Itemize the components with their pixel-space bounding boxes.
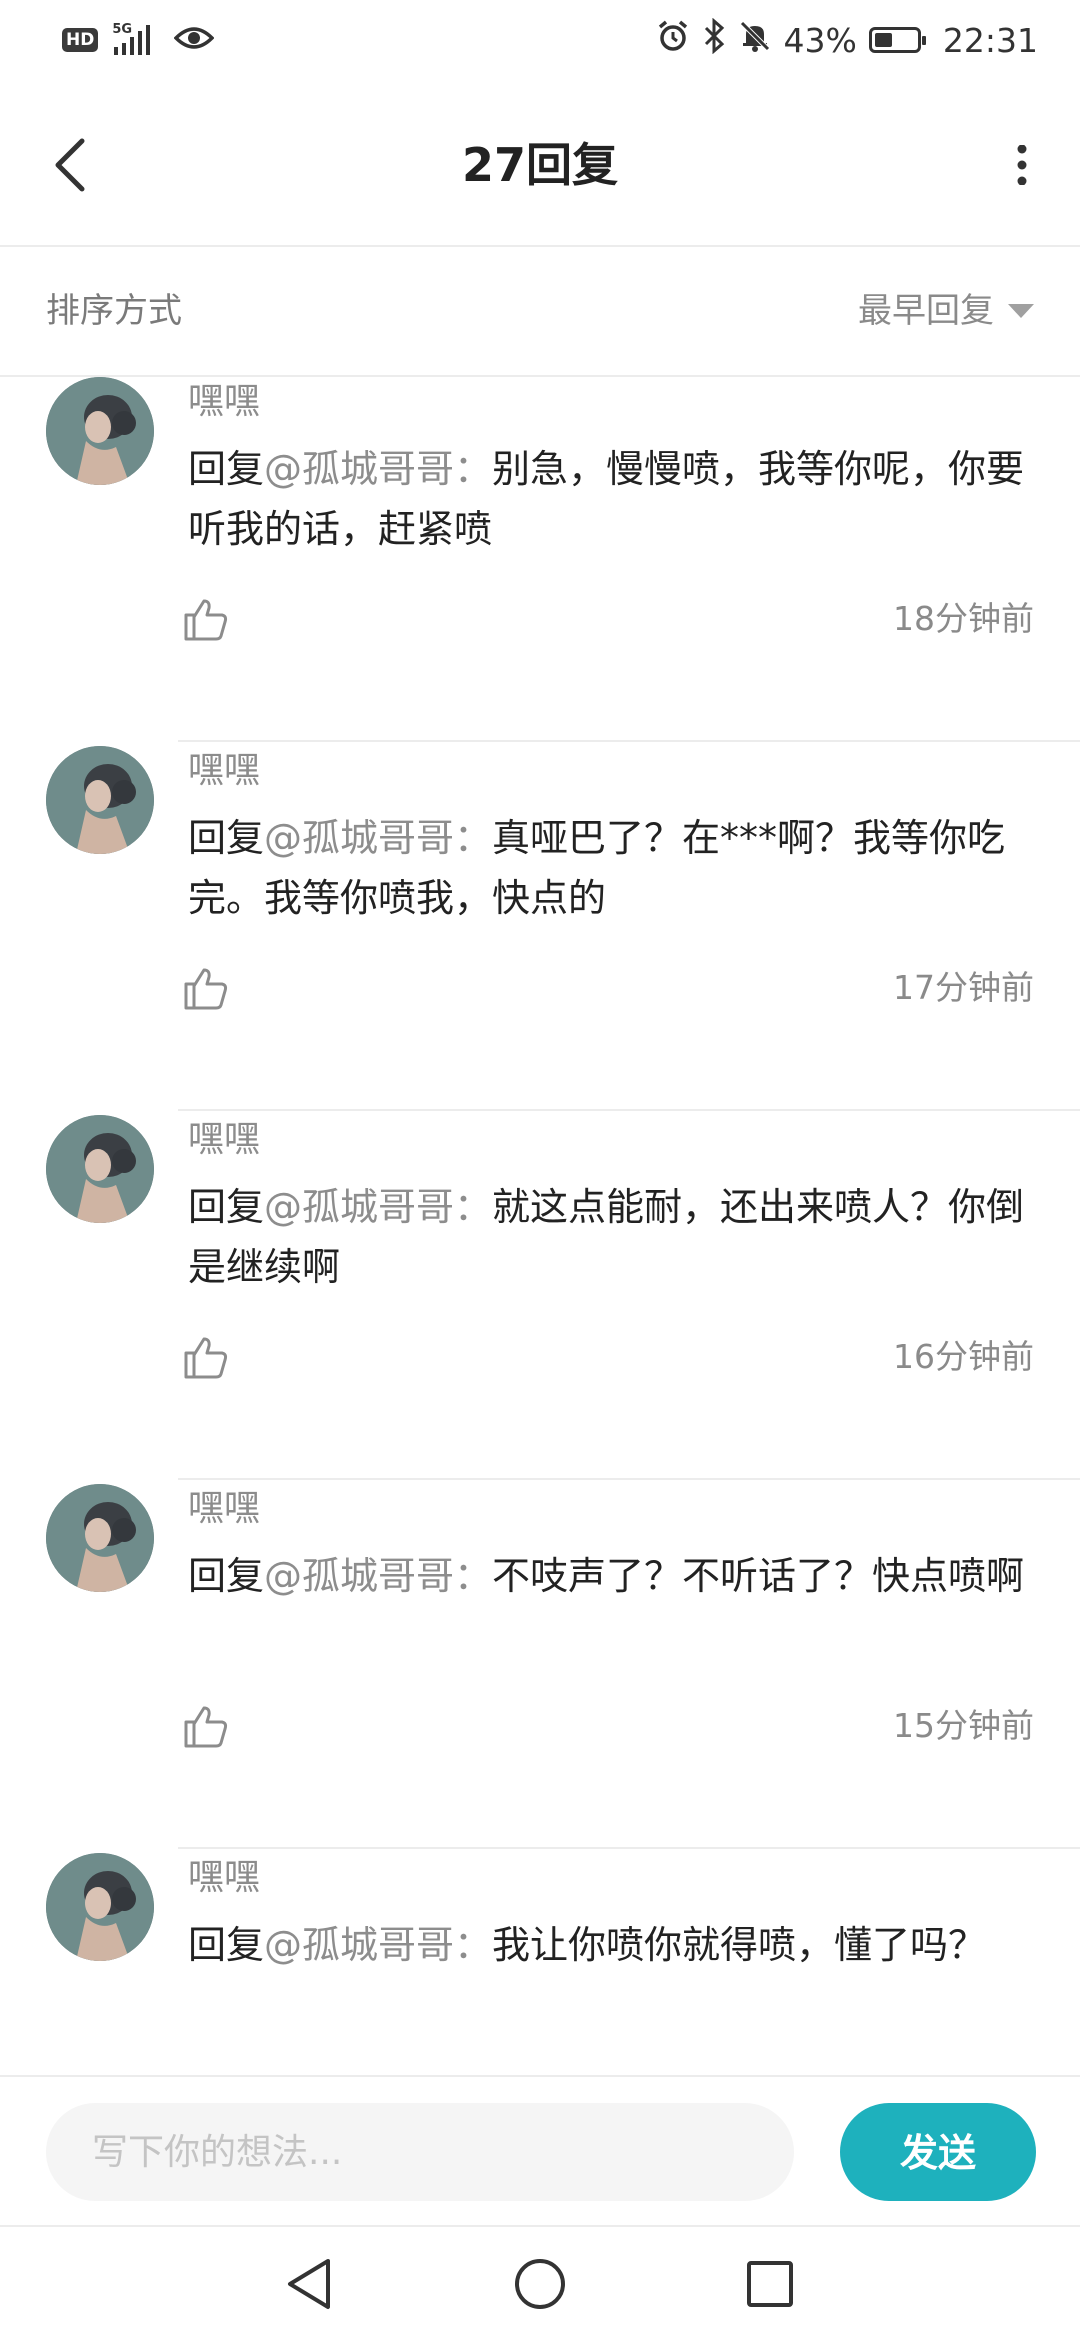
back-arrow-icon <box>55 138 85 192</box>
reply-prefix: 回复 <box>188 1554 265 1598</box>
more-options-button[interactable] <box>992 130 1052 200</box>
bluetooth-icon <box>702 17 726 62</box>
like-button[interactable] <box>182 964 230 1012</box>
reply-text: 我让你喷你就得喷，懂了吗？ <box>492 1923 987 1967</box>
sort-label: 排序方式 <box>46 291 182 331</box>
reply-colon: ： <box>454 1185 493 1229</box>
avatar[interactable] <box>46 377 154 485</box>
thumbs-up-icon <box>184 599 228 641</box>
thumbs-up-icon <box>184 1706 228 1748</box>
reply-colon: ： <box>454 1923 493 1967</box>
reply-item: 嘿嘿 回复@孤城哥哥：真哑巴了？在***啊？我等你吃完。我等你喷我，快点的 17… <box>0 742 1080 1111</box>
triangle-back-icon <box>288 2259 330 2309</box>
hd-badge: HD <box>62 28 99 52</box>
reply-item: 嘿嘿 回复@孤城哥哥：不吱声了？不听话了？快点喷啊 15分钟前 <box>0 1480 1080 1849</box>
reply-item: 嘿嘿 回复@孤城哥哥：我让你喷你就得喷，懂了吗？ <box>0 1849 1080 2075</box>
reply-mention[interactable]: @孤城哥哥 <box>264 816 454 860</box>
reply-username[interactable]: 嘿嘿 <box>188 1115 260 1165</box>
avatar[interactable] <box>46 1853 154 1961</box>
thumbs-up-icon <box>184 968 228 1010</box>
mute-bell-icon <box>738 19 772 61</box>
like-button[interactable] <box>182 1333 230 1381</box>
reply-time: 15分钟前 <box>893 1706 1034 1745</box>
reply-username[interactable]: 嘿嘿 <box>188 377 260 427</box>
reply-username[interactable]: 嘿嘿 <box>188 1484 260 1534</box>
back-button[interactable] <box>40 130 100 200</box>
status-bar: HD 5G 43% 22:31 <box>0 0 1080 82</box>
reply-username[interactable]: 嘿嘿 <box>188 1853 260 1903</box>
like-button[interactable] <box>182 595 230 643</box>
square-recents-icon <box>747 2261 793 2307</box>
battery-fill <box>874 33 892 47</box>
alarm-icon <box>656 19 690 61</box>
reply-content: 回复@孤城哥哥：就这点能耐，还出来喷人？你倒是继续啊 <box>188 1177 1038 1297</box>
reply-list[interactable]: 嘿嘿 回复@孤城哥哥：别急，慢慢喷，我等你呢，你要听我的话，赶紧喷 18分钟前 <box>0 377 1080 2075</box>
reply-colon: ： <box>454 1554 493 1598</box>
reply-mention[interactable]: @孤城哥哥 <box>264 1923 454 1967</box>
reply-prefix: 回复 <box>188 1185 265 1229</box>
send-button[interactable]: 发送 <box>840 2103 1036 2201</box>
avatar[interactable] <box>46 1115 154 1223</box>
comment-input[interactable] <box>46 2103 794 2201</box>
reply-content: 回复@孤城哥哥：真哑巴了？在***啊？我等你吃完。我等你喷我，快点的 <box>188 808 1038 928</box>
nav-back-button[interactable] <box>274 2249 344 2319</box>
like-button[interactable] <box>182 1702 230 1750</box>
network-type: 5G <box>112 22 133 37</box>
reply-prefix: 回复 <box>188 447 265 491</box>
reply-prefix: 回复 <box>188 1923 265 1967</box>
reply-content: 回复@孤城哥哥：不吱声了？不听话了？快点喷啊 <box>188 1546 1038 1606</box>
reply-content: 回复@孤城哥哥：别急，慢慢喷，我等你呢，你要听我的话，赶紧喷 <box>188 439 1038 559</box>
reply-colon: ： <box>454 447 493 491</box>
screen: HD 5G 43% 22:31 27回复 排序方式 最早回复 嘿嘿 回复@孤城哥… <box>0 0 1080 2340</box>
composer-bar: 发送 <box>0 2075 1080 2225</box>
circle-home-icon <box>515 2259 565 2309</box>
eye-icon <box>173 23 215 57</box>
reply-mention[interactable]: @孤城哥哥 <box>264 1185 454 1229</box>
reply-text: 不吱声了？不听话了？快点喷啊 <box>492 1554 1025 1598</box>
reply-mention[interactable]: @孤城哥哥 <box>264 1554 454 1598</box>
signal-5g-icon: 5G <box>112 23 160 57</box>
system-nav-bar <box>0 2225 1080 2340</box>
clock: 22:31 <box>942 20 1038 60</box>
battery-percent: 43% <box>783 20 857 60</box>
reply-prefix: 回复 <box>188 816 265 860</box>
more-vertical-icon <box>1017 145 1027 185</box>
thumbs-up-icon <box>184 1337 228 1379</box>
avatar[interactable] <box>46 1484 154 1592</box>
sort-bar: 排序方式 最早回复 <box>0 247 1080 377</box>
reply-colon: ： <box>454 816 493 860</box>
nav-recents-button[interactable] <box>735 2249 805 2319</box>
reply-username[interactable]: 嘿嘿 <box>188 746 260 796</box>
top-app-bar: 27回复 <box>0 82 1080 247</box>
battery-icon <box>868 27 926 53</box>
reply-item: 嘿嘿 回复@孤城哥哥：就这点能耐，还出来喷人？你倒是继续啊 16分钟前 <box>0 1111 1080 1480</box>
reply-time: 16分钟前 <box>893 1337 1034 1376</box>
reply-mention[interactable]: @孤城哥哥 <box>264 447 454 491</box>
reply-time: 17分钟前 <box>893 968 1034 1007</box>
sort-dropdown[interactable]: 最早回复 <box>858 287 1034 335</box>
page-title: 27回复 <box>461 138 618 192</box>
nav-home-button[interactable] <box>505 2249 575 2319</box>
status-left: HD 5G <box>62 20 215 60</box>
sort-selected-value: 最早回复 <box>858 291 994 331</box>
status-right: 43% 22:31 <box>656 17 1038 62</box>
reply-content: 回复@孤城哥哥：我让你喷你就得喷，懂了吗？ <box>188 1915 1038 1975</box>
reply-item: 嘿嘿 回复@孤城哥哥：别急，慢慢喷，我等你呢，你要听我的话，赶紧喷 18分钟前 <box>0 377 1080 742</box>
reply-time: 18分钟前 <box>893 599 1034 638</box>
avatar[interactable] <box>46 746 154 854</box>
caret-down-icon <box>1008 304 1034 318</box>
